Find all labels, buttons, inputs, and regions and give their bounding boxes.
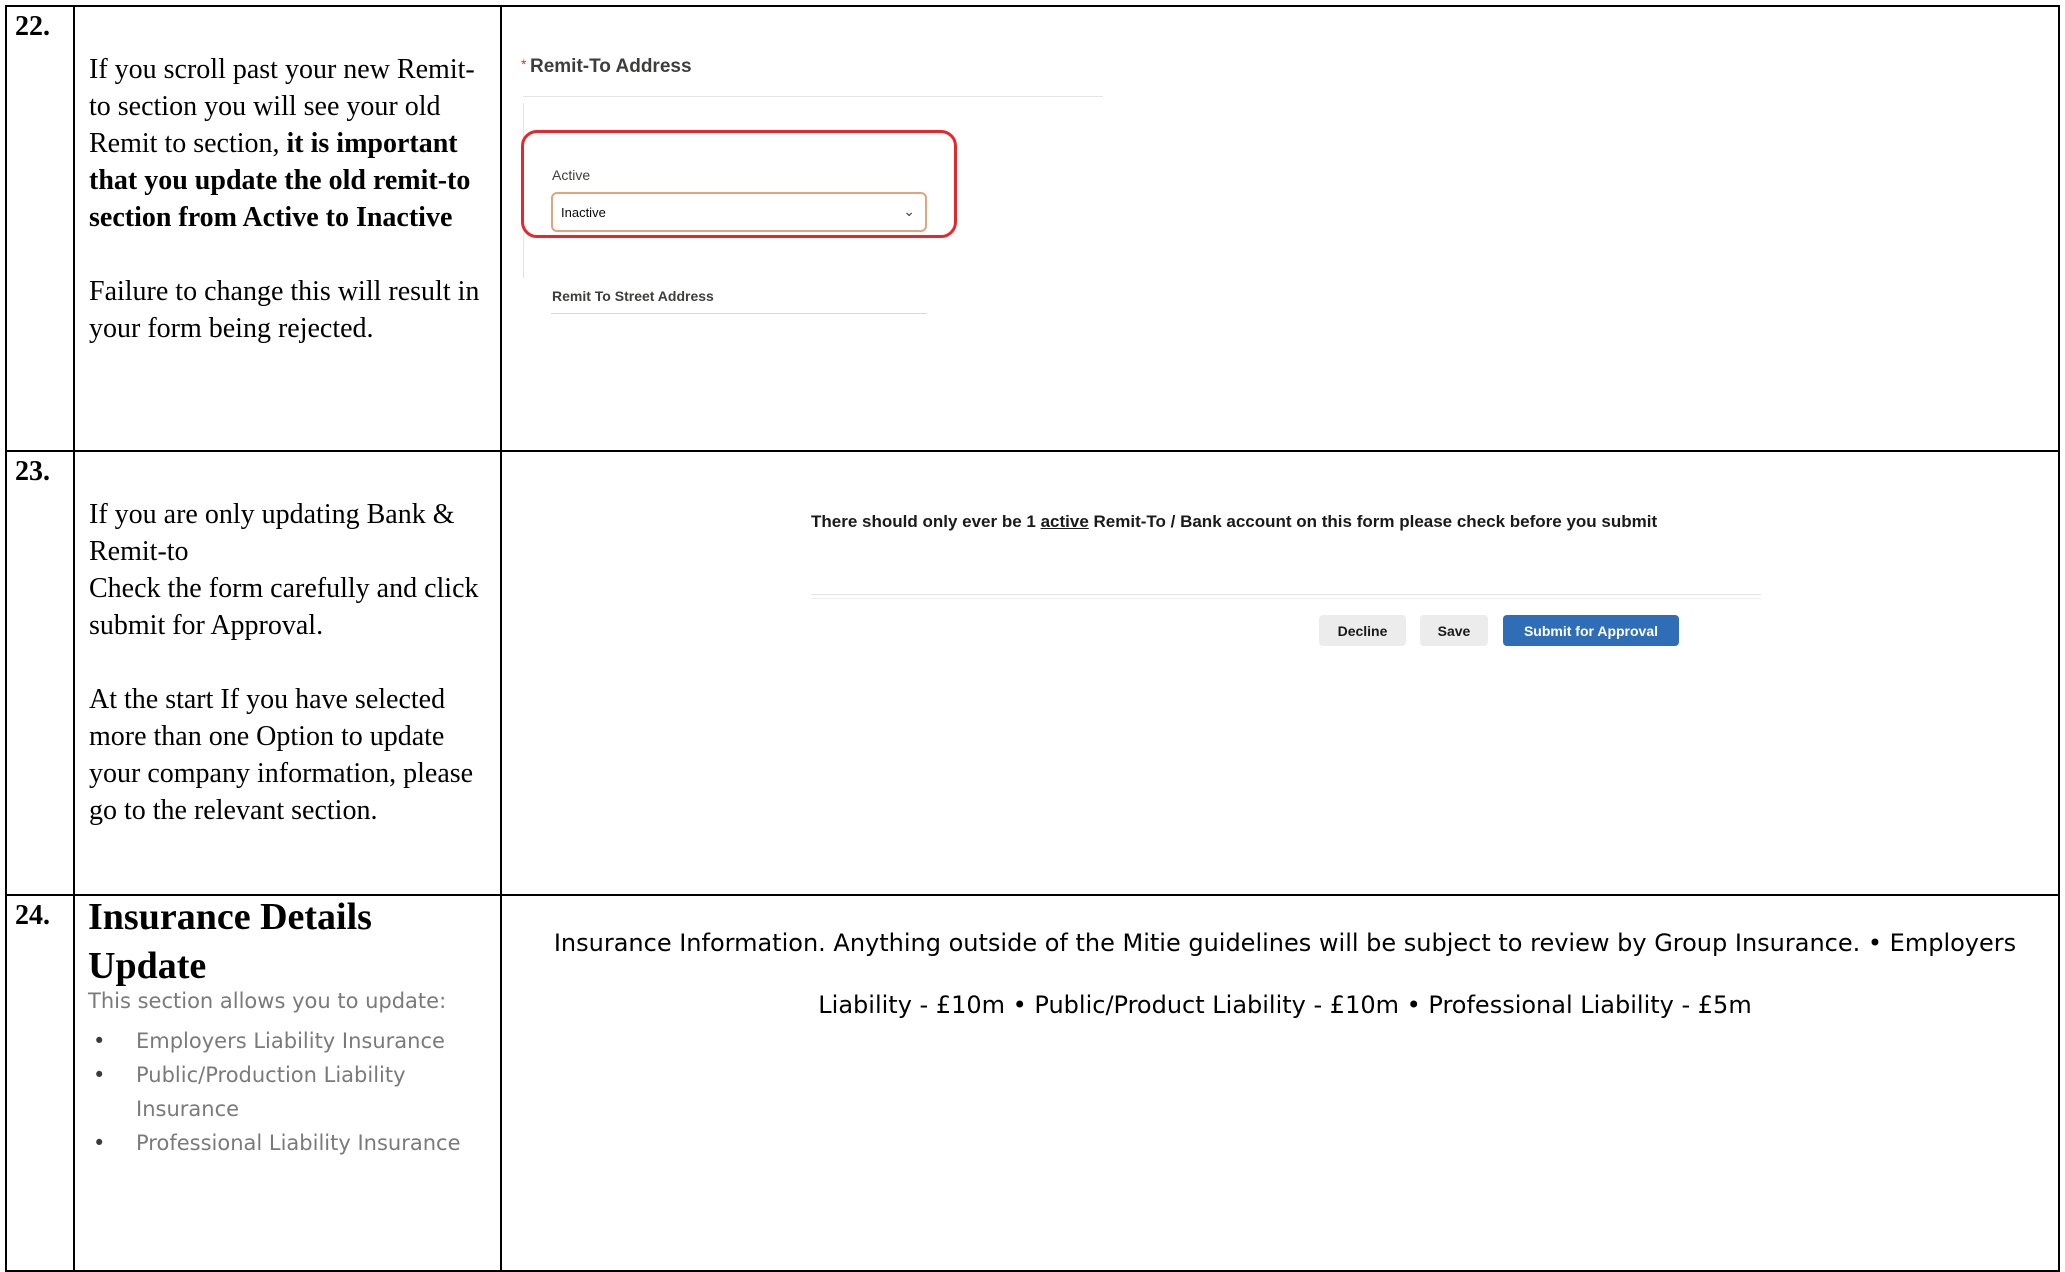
active-select-value: Inactive	[561, 205, 606, 220]
insurance-title: Insurance Details Update	[88, 896, 372, 987]
insurance-list: • Employers Liability Insurance • Public/P…	[88, 1024, 488, 1160]
section-title: Remit-To Address	[530, 56, 692, 77]
step-number: 23.	[5, 450, 75, 896]
notice-emphasis: active	[1040, 512, 1089, 531]
save-button[interactable]: Save	[1420, 615, 1488, 646]
insurance-info: Insurance Information. Anything outside …	[553, 929, 2017, 1019]
list-item: • Professional Liability Insurance	[88, 1126, 488, 1160]
single-account-notice: There should only ever be 1 active Remit…	[811, 512, 1657, 532]
insurance-subtitle: This section allows you to update:	[88, 989, 447, 1013]
list-item: • Employers Liability Insurance	[88, 1024, 488, 1058]
notice-text: Remit-To / Bank account on this form ple…	[1088, 512, 1658, 531]
bullet-icon: •	[93, 1063, 106, 1087]
step-number: 24.	[5, 894, 75, 1272]
step-text: If you are only updating Bank & Remit-to	[89, 499, 455, 567]
notice-text: There should only ever be 1	[811, 512, 1041, 531]
step-text: Check the form carefully and click submi…	[89, 573, 479, 641]
active-label: Active	[552, 167, 591, 183]
step-text: At the start If you have selected more t…	[89, 684, 474, 826]
bullet-icon: •	[93, 1131, 106, 1155]
step-number: 22.	[5, 5, 75, 452]
divider	[523, 96, 1103, 97]
required-marker: *	[521, 56, 527, 72]
list-item: • Public/Production Liability Insurance	[88, 1058, 488, 1126]
step-instructions: If you scroll past your new Remit-to sec…	[73, 5, 502, 452]
step-warning: Failure to change this will result in yo…	[89, 276, 480, 344]
chevron-down-icon: ⌄	[903, 203, 915, 219]
remit-form-screenshot: * Remit-To Address Active Inactive ⌄ Rem…	[521, 40, 1221, 320]
submit-for-approval-button[interactable]: Submit for Approval	[1503, 615, 1679, 646]
list-item-text: Public/Production Liability Insurance	[136, 1063, 406, 1121]
bullet-icon: •	[93, 1029, 106, 1053]
divider	[811, 594, 1761, 599]
active-select[interactable]: Inactive ⌄	[551, 192, 927, 232]
list-item-text: Employers Liability Insurance	[136, 1029, 445, 1053]
list-item-text: Professional Liability Insurance	[136, 1131, 461, 1155]
divider	[551, 313, 927, 314]
step-instructions: If you are only updating Bank & Remit-to…	[73, 450, 502, 896]
street-address-label: Remit To Street Address	[552, 288, 714, 304]
decline-button[interactable]: Decline	[1319, 615, 1406, 646]
